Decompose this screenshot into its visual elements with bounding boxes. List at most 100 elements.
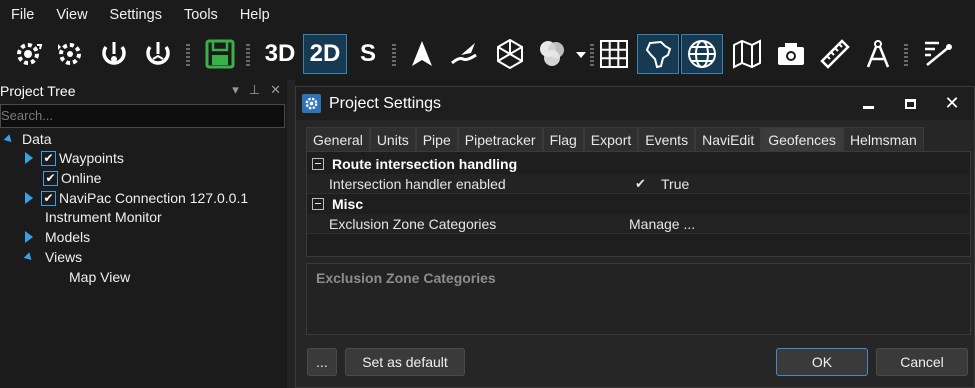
tree-node-waypoints[interactable]: ✔ Waypoints xyxy=(25,148,124,168)
tree-node-label: Instrument Monitor xyxy=(45,209,162,225)
layers-dropdown-icon[interactable] xyxy=(570,34,592,74)
tree-node-label: Map View xyxy=(69,269,131,285)
menu-help[interactable]: Help xyxy=(229,0,281,30)
power-gauge-icon[interactable] xyxy=(94,34,134,74)
minimize-icon[interactable] xyxy=(846,87,890,120)
dialog-titlebar[interactable]: Project Settings ✕ xyxy=(296,87,974,120)
checkbox-checked-icon[interactable]: ✔ xyxy=(41,150,56,166)
tab-events[interactable]: Events xyxy=(638,127,696,151)
camera-icon[interactable] xyxy=(771,34,811,74)
maximize-icon[interactable] xyxy=(888,87,932,120)
route-trace-icon[interactable] xyxy=(918,34,958,74)
menu-view[interactable]: View xyxy=(45,0,98,30)
menu-settings[interactable]: Settings xyxy=(99,0,173,30)
expanded-arrow-icon[interactable] xyxy=(3,133,15,145)
panel-splitter[interactable] xyxy=(287,80,295,388)
tree-node-map-view[interactable]: Map View xyxy=(69,267,130,287)
pin-icon[interactable]: ⊥ xyxy=(249,82,260,98)
checkmark-icon[interactable]: ✔ xyxy=(635,176,646,192)
tab-pipe[interactable]: Pipe xyxy=(415,127,458,151)
collapse-icon[interactable] xyxy=(312,198,324,210)
menu-file[interactable]: File xyxy=(0,0,45,30)
property-row[interactable]: Exclusion Zone Categories Manage ... xyxy=(307,214,970,234)
gear-sync-icon[interactable] xyxy=(8,34,48,74)
project-tree-panel: Project Tree ▾ ⊥ ✕ Search... Data ✔ Wayp… xyxy=(0,80,287,388)
property-value[interactable]: Manage ... xyxy=(629,216,695,232)
grid-icon[interactable] xyxy=(594,34,634,74)
category-route-intersection[interactable]: Route intersection handling xyxy=(307,154,970,174)
panel-controls: ▾ ⊥ ✕ xyxy=(232,82,281,98)
layers-icon[interactable] xyxy=(532,34,572,74)
tab-general[interactable]: General xyxy=(306,127,370,151)
africa-map-icon[interactable] xyxy=(637,34,679,74)
tree-node-online[interactable]: ✔ Online xyxy=(43,168,101,188)
description-panel: Exclusion Zone Categories xyxy=(306,263,971,335)
tree-node-data[interactable]: Data xyxy=(3,129,52,149)
settings-gear-icon xyxy=(302,94,321,113)
folded-map-icon[interactable] xyxy=(727,34,767,74)
toolbar-separator xyxy=(904,44,908,66)
tab-pipetracker[interactable]: Pipetracker xyxy=(457,127,543,151)
power-gauge-alt-icon[interactable] xyxy=(138,34,178,74)
toolbar-separator xyxy=(392,44,396,66)
project-tree-title: Project Tree xyxy=(0,83,76,99)
view-3d-button[interactable]: 3D xyxy=(260,34,300,74)
tree-node-instrument-monitor[interactable]: Instrument Monitor xyxy=(45,207,162,227)
tab-helmsman[interactable]: Helmsman xyxy=(842,127,924,151)
checkbox-checked-icon[interactable]: ✔ xyxy=(41,190,56,206)
tree-search-input[interactable]: Search... xyxy=(0,104,285,128)
tab-naviedit[interactable]: NaviEdit xyxy=(695,127,762,151)
tab-export[interactable]: Export xyxy=(583,127,639,151)
collapsed-arrow-icon[interactable] xyxy=(25,192,33,204)
dialog-title: Project Settings xyxy=(329,94,442,112)
cancel-button[interactable]: Cancel xyxy=(876,348,968,376)
save-icon[interactable] xyxy=(200,34,240,74)
expanded-arrow-icon[interactable] xyxy=(23,251,35,263)
tree-node-views[interactable]: Views xyxy=(23,247,82,267)
tree-node-label: Online xyxy=(61,170,102,186)
property-name: Intersection handler enabled xyxy=(329,175,506,192)
category-label: Route intersection handling xyxy=(332,156,518,172)
gear-refresh-icon[interactable] xyxy=(50,34,90,74)
view-s-button[interactable]: S xyxy=(350,34,386,74)
ruler-icon[interactable] xyxy=(815,34,855,74)
property-row[interactable]: Intersection handler enabled ✔ True xyxy=(307,174,970,194)
tree-node-navipac[interactable]: ✔ NaviPac Connection 127.0.0.1 xyxy=(25,188,248,208)
more-button[interactable]: ... xyxy=(307,348,337,376)
project-settings-dialog: Project Settings ✕ General Units Pipe Pi… xyxy=(295,86,975,388)
property-name: Exclusion Zone Categories xyxy=(329,215,497,232)
toolbar: 3D 2D S xyxy=(0,30,975,78)
tree-node-label: Data xyxy=(22,131,52,147)
tree-node-label: Models xyxy=(45,229,91,245)
property-value: True xyxy=(661,175,690,192)
collapsed-arrow-icon[interactable] xyxy=(25,231,33,243)
close-icon[interactable]: ✕ xyxy=(270,82,281,98)
close-icon[interactable]: ✕ xyxy=(930,87,974,120)
globe-icon[interactable] xyxy=(681,34,723,74)
checkbox-checked-icon[interactable]: ✔ xyxy=(43,170,58,186)
tree-node-label: Waypoints xyxy=(59,150,124,166)
menu-tools[interactable]: Tools xyxy=(173,0,229,30)
collapse-icon[interactable] xyxy=(312,158,324,170)
compass-divider-icon[interactable] xyxy=(858,34,898,74)
tree-node-models[interactable]: Models xyxy=(25,227,90,247)
collapsed-arrow-icon[interactable] xyxy=(25,152,33,164)
view-2d-button[interactable]: 2D xyxy=(303,34,347,74)
category-label: Misc xyxy=(332,196,364,212)
project-tree-header: Project Tree ▾ ⊥ ✕ xyxy=(0,80,287,102)
vessel-wake-icon[interactable] xyxy=(444,34,484,74)
cube-icon[interactable] xyxy=(490,34,530,74)
set-as-default-button[interactable]: Set as default xyxy=(345,348,465,376)
tab-units[interactable]: Units xyxy=(369,127,416,151)
tab-geofences[interactable]: Geofences xyxy=(761,127,843,151)
north-arrow-icon[interactable] xyxy=(402,34,442,74)
description-title: Exclusion Zone Categories xyxy=(316,270,496,286)
category-misc[interactable]: Misc xyxy=(307,194,970,214)
ok-button[interactable]: OK xyxy=(776,348,868,376)
tab-flag[interactable]: Flag xyxy=(542,127,584,151)
toolbar-separator xyxy=(186,44,190,66)
property-grid: Route intersection handling Intersection… xyxy=(306,151,971,257)
settings-tabs: General Units Pipe Pipetracker Flag Expo… xyxy=(306,127,924,151)
menu-bar: File View Settings Tools Help xyxy=(0,0,975,30)
panel-menu-icon[interactable]: ▾ xyxy=(232,82,239,98)
